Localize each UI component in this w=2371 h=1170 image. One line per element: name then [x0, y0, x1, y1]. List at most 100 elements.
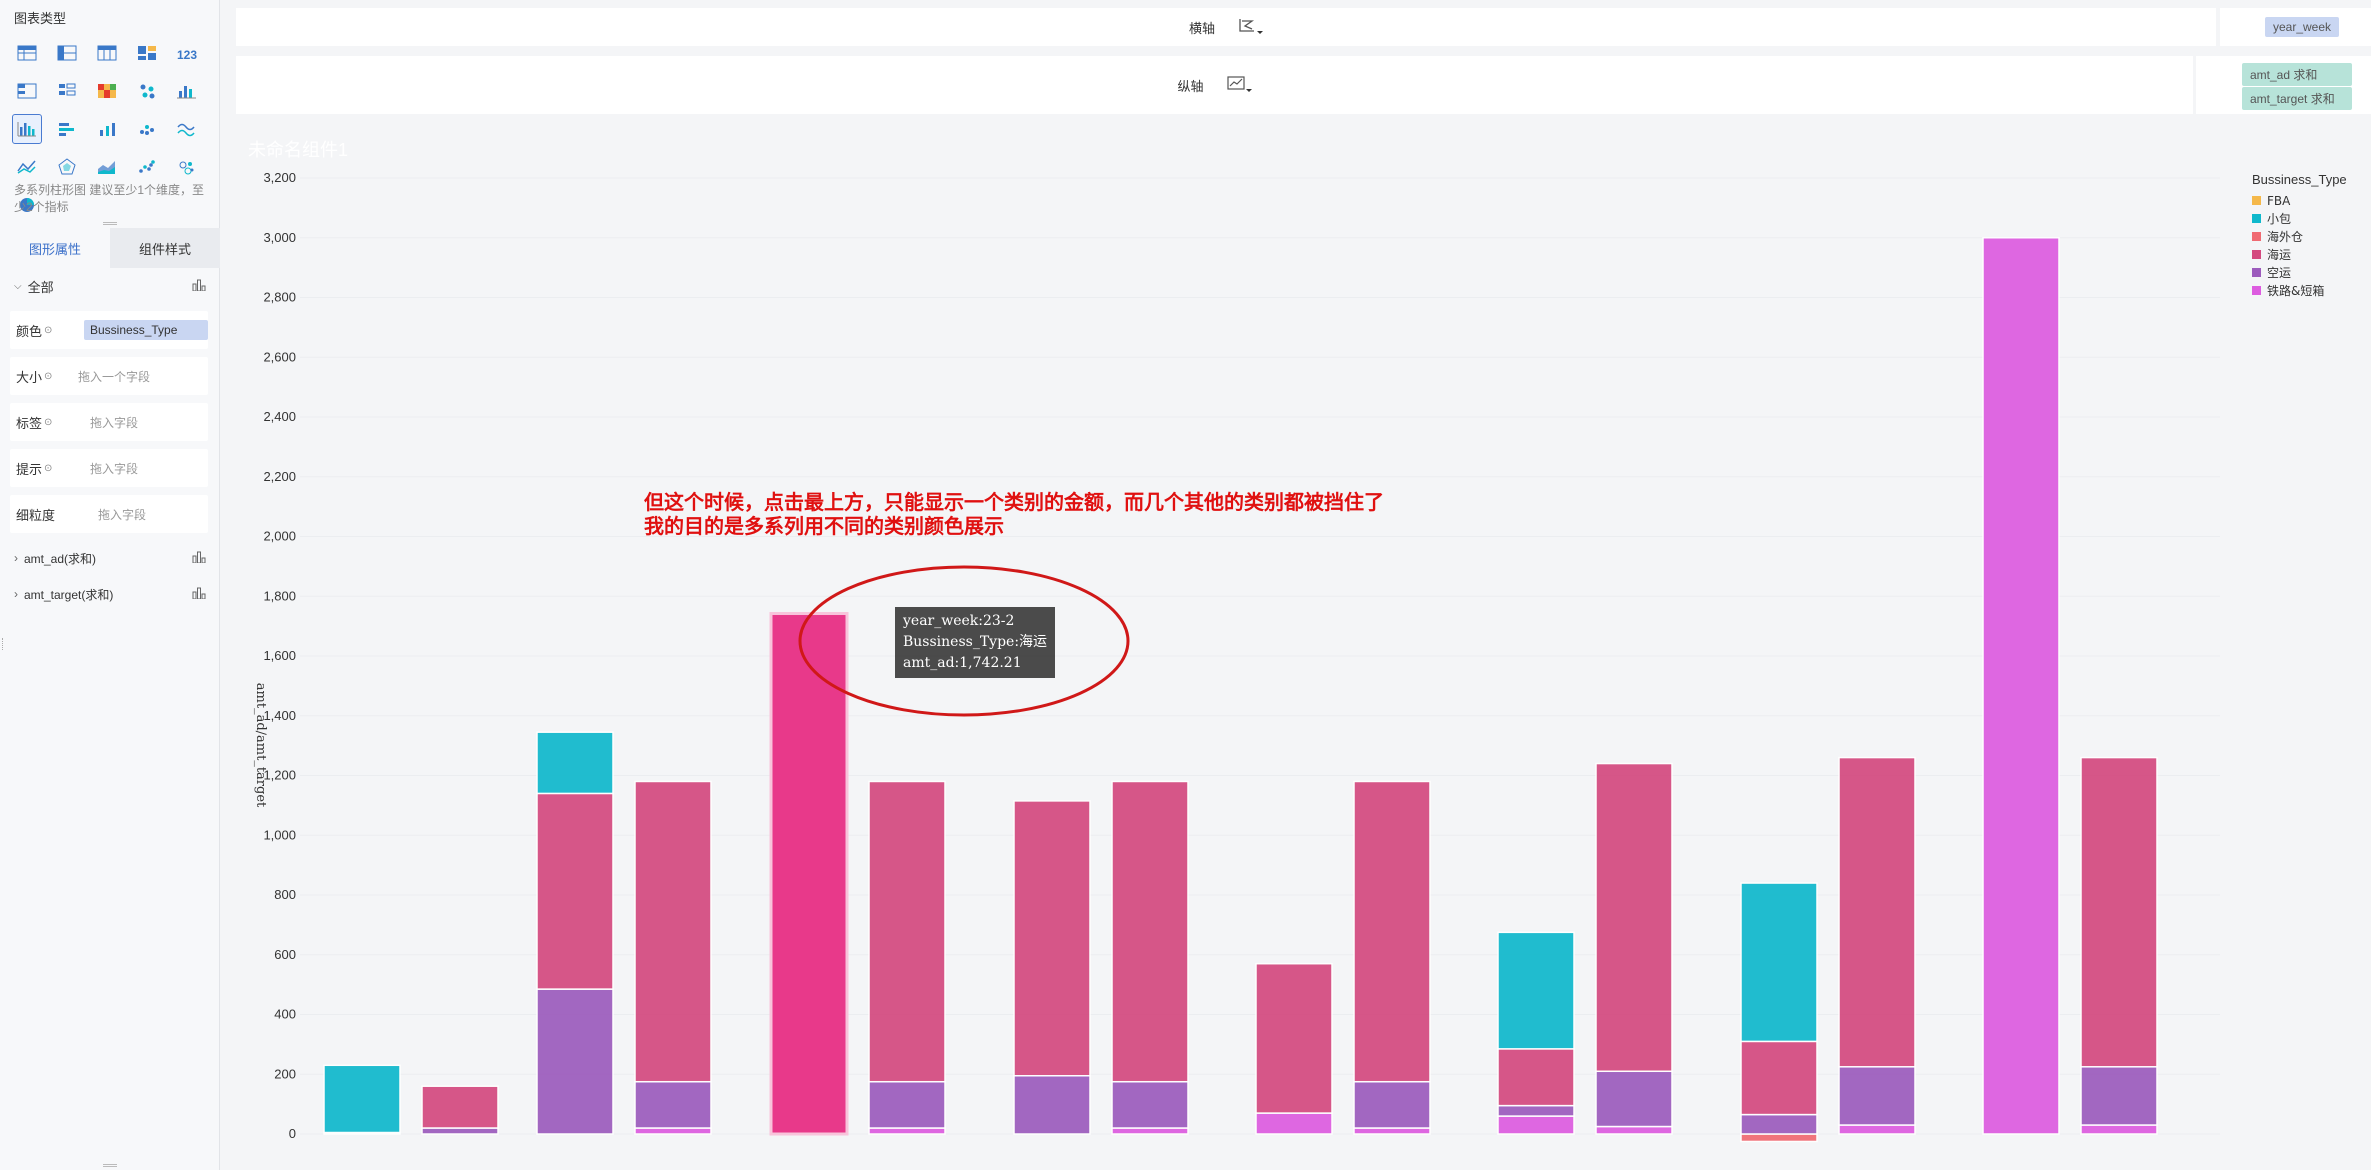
dot-plot-icon[interactable] [132, 114, 162, 144]
bar-segment [634, 1127, 712, 1135]
field-label: 标签 [16, 415, 43, 431]
crosstab-icon[interactable] [52, 38, 82, 68]
kpi-number-icon[interactable]: 123 [172, 38, 202, 68]
bar-segment [1740, 1133, 1818, 1143]
column-chart-icon[interactable] [172, 76, 202, 106]
field-row[interactable]: 大小 ⊙ 拖入一个字段 [10, 357, 208, 395]
legend-item: 小包 [2267, 212, 2291, 226]
bar-segment [1111, 1080, 1189, 1129]
axis-chart-icon[interactable] [1226, 75, 1252, 96]
wave-line-icon[interactable] [172, 114, 202, 144]
x-axis-field-box: year_week [2220, 8, 2371, 46]
tab-graphic-properties[interactable]: 图形属性 [0, 228, 110, 268]
bar-segment [1838, 1124, 1916, 1135]
x-axis-label: 横轴 [1188, 20, 1215, 36]
legend-item: FBA [2267, 194, 2291, 208]
stacked-scatter-icon[interactable] [92, 114, 122, 144]
panel-resize-handle[interactable] [103, 222, 117, 225]
tab-component-style[interactable]: 组件样式 [110, 228, 220, 268]
svg-text:123: 123 [177, 48, 197, 62]
field-label: 大小 [16, 369, 43, 385]
chevron-down-icon: ⌵ [14, 280, 22, 292]
field-drop-zone[interactable]: 拖入字段 [90, 460, 138, 477]
bar-segment [421, 1127, 499, 1135]
y-tick-label: 1,800 [263, 588, 296, 603]
annotation-text: 但这个时候，点击最上方，只能显示一个类别的金额，而几个其他的类别都被挡住了 我的… [644, 490, 1384, 538]
field-drop-zone[interactable]: 拖入字段 [98, 506, 146, 523]
legend-swatch [2252, 232, 2261, 241]
property-tabs: 图形属性 组件样式 [0, 228, 220, 268]
heatmap-icon[interactable] [92, 76, 122, 106]
legend-item: 铁路&短箱 [2267, 283, 2324, 298]
legend-swatch [2252, 214, 2261, 223]
tooltip-line-1: year_week:23-2 [903, 613, 1015, 629]
x-axis-shelf[interactable]: 横轴 [236, 8, 2216, 46]
bar-chart-icon[interactable] [192, 551, 206, 566]
annotation-line-1: 但这个时候，点击最上方，只能显示一个类别的金额，而几个其他的类别都被挡住了 [644, 490, 1384, 514]
bar-chart-horizontal-icon[interactable] [52, 114, 82, 144]
pivot-icon[interactable] [12, 76, 42, 106]
field-drop-zone[interactable]: 拖入一个字段 [78, 368, 150, 385]
y-axis-shelf[interactable]: 纵轴 [236, 56, 2193, 114]
left-resize-handle[interactable] [2, 638, 5, 650]
bar-segment [421, 1085, 499, 1129]
y-axis-field-pill-ad[interactable]: amt_ad 求和 [2242, 63, 2352, 86]
field-label: 颜色 [16, 323, 43, 339]
axis-sort-icon[interactable] [1237, 17, 1263, 38]
measure-amt-ad[interactable]: › amt_ad(求和) [14, 548, 206, 568]
detail-table-icon[interactable] [92, 38, 122, 68]
bar-segment [1740, 882, 1818, 1043]
bar-segment [1013, 1074, 1091, 1135]
measure-amt-target[interactable]: › amt_target(求和) [14, 584, 206, 604]
all-section-header[interactable]: ⌵ 全部 [14, 276, 206, 296]
field-value-pill[interactable]: Bussiness_Type [84, 320, 208, 340]
chart-type-title: 图表类型 [14, 11, 67, 26]
info-icon: ⊙ [44, 370, 53, 382]
field-row[interactable]: 细粒度 拖入字段 [10, 495, 208, 533]
radar-chart-icon[interactable] [52, 152, 82, 182]
line-chart-icon[interactable] [12, 152, 42, 182]
bar-segment [323, 1131, 401, 1135]
field-drop-zone[interactable]: 拖入字段 [90, 414, 138, 431]
scatter-chart-icon[interactable] [132, 152, 162, 182]
y-axis-title: amt_ad/amt_target [253, 683, 268, 808]
bar-segment [868, 780, 946, 1083]
grouped-table-icon[interactable] [52, 76, 82, 106]
bar-segment [323, 1064, 401, 1134]
bar-segment [1353, 1080, 1431, 1129]
field-row[interactable]: 提示 ⊙ 拖入字段 [10, 449, 208, 487]
field-row[interactable]: 标签 ⊙ 拖入字段 [10, 403, 208, 441]
bar-chart-icon[interactable] [192, 587, 206, 602]
y-tick-label: 2,400 [263, 409, 296, 424]
tooltip-line-2: Bussiness_Type:海运 [903, 634, 1048, 650]
bar-segment [1497, 1048, 1575, 1107]
scatter-matrix-icon[interactable] [132, 76, 162, 106]
legend-item: 空运 [2267, 266, 2291, 280]
y-axis-field-pill-target[interactable]: amt_target 求和 [2242, 87, 2352, 110]
y-tick-label: 3,200 [263, 170, 296, 185]
y-tick-label: 1,600 [263, 648, 296, 663]
info-icon: ⊙ [44, 462, 53, 474]
all-label: 全部 [27, 279, 54, 295]
table-icon[interactable] [12, 38, 42, 68]
info-icon: ⊙ [44, 416, 53, 428]
y-axis-label: 纵轴 [1177, 78, 1204, 94]
info-icon: ⊙ [44, 324, 53, 336]
bar-chart-icon[interactable] [192, 279, 206, 294]
y-tick-label: 2,000 [263, 529, 296, 544]
tooltip-line-3: amt_ad:1,742.21 [903, 655, 1022, 671]
y-tick-label: 1,400 [263, 708, 296, 723]
legend-swatch [2252, 250, 2261, 259]
y-tick-label: 2,600 [263, 349, 296, 364]
panel-bottom-grip[interactable] [103, 1164, 117, 1167]
multi-series-column-icon[interactable] [12, 114, 42, 144]
dashboard-grid-icon[interactable] [132, 38, 162, 68]
bar-segment [1497, 1115, 1575, 1135]
x-axis-field-pill[interactable]: year_week [2265, 17, 2340, 37]
area-chart-icon[interactable] [92, 152, 122, 182]
bar-segment [1838, 1066, 1916, 1126]
field-row[interactable]: 颜色 ⊙ Bussiness_Type [10, 311, 208, 349]
measure-label: amt_ad(求和) [24, 551, 97, 566]
bubble-chart-icon[interactable] [172, 152, 202, 182]
chart-title: 未命名组件1 [248, 140, 349, 160]
